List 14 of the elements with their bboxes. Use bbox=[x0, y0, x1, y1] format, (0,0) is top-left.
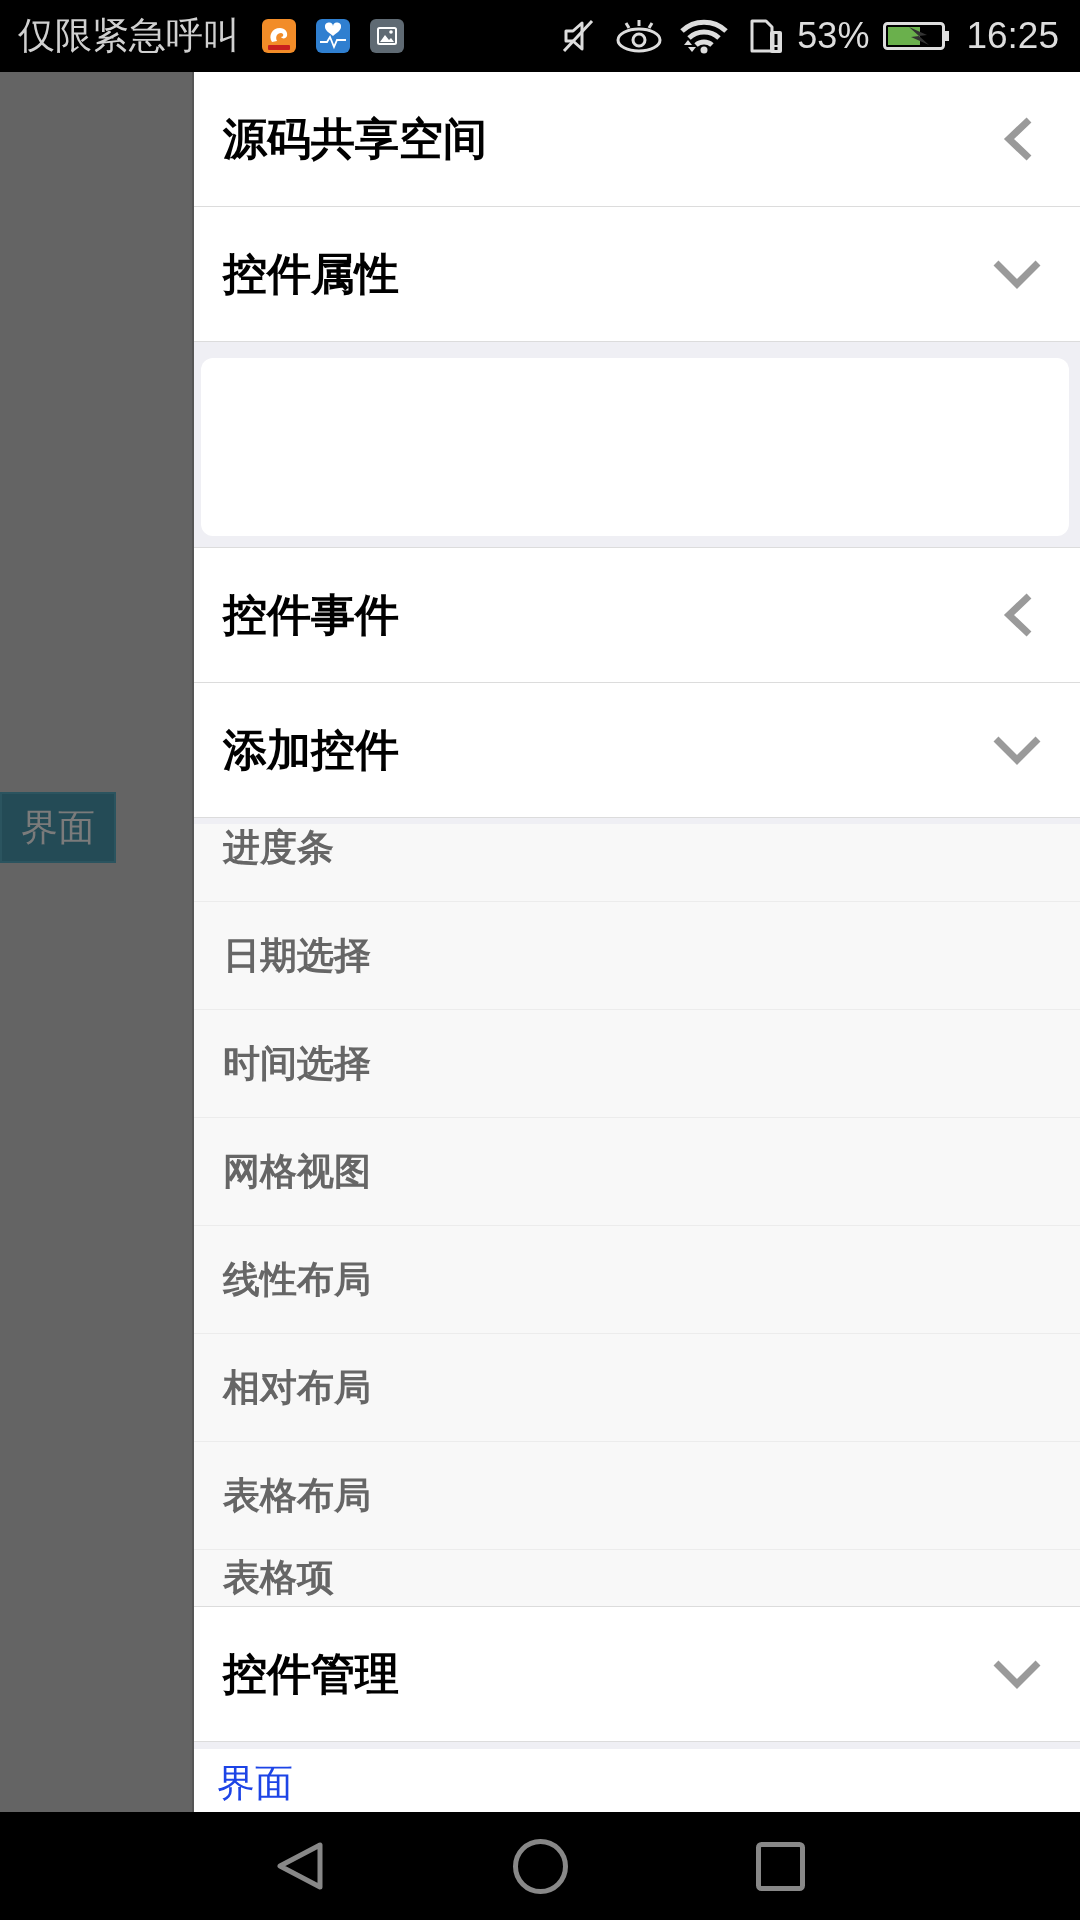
recents-icon[interactable] bbox=[756, 1841, 805, 1891]
swirl-app-icon bbox=[262, 19, 296, 53]
status-text: 仅限紧急呼叫 bbox=[18, 14, 240, 58]
heart-pulse-icon bbox=[316, 19, 350, 53]
home-icon[interactable] bbox=[513, 1838, 568, 1894]
list-item[interactable]: 进度条 bbox=[194, 824, 1080, 902]
battery-icon bbox=[883, 22, 950, 50]
back-icon[interactable] bbox=[275, 1840, 325, 1892]
sim-alert-icon bbox=[749, 18, 784, 54]
eye-icon bbox=[615, 18, 664, 54]
battery-percent: 53% bbox=[797, 14, 870, 58]
page-link[interactable]: 界面 bbox=[217, 1761, 293, 1805]
clock-time: 16:25 bbox=[966, 14, 1059, 58]
picture-icon bbox=[370, 19, 404, 53]
